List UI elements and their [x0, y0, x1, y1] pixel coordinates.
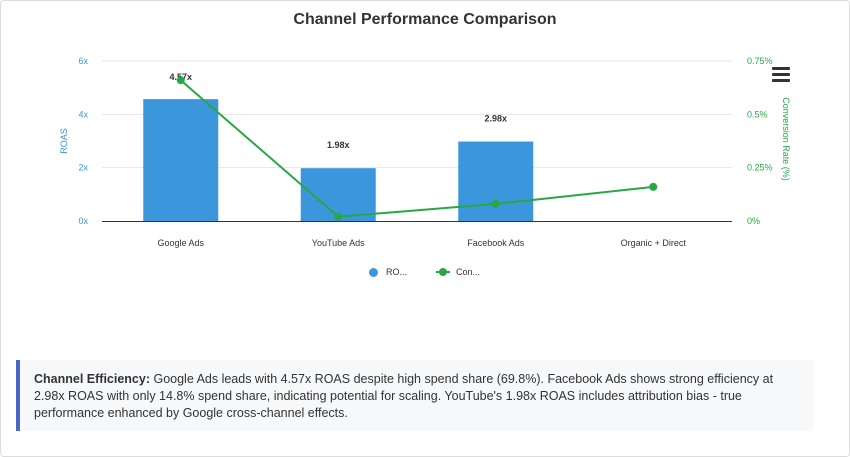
bar-data-label: 1.98x [327, 140, 350, 150]
chart-plot: 0x 2x 4x 6x 0% 0.25% 0.5% 0.75% ROAS Conversion R… [59, 56, 791, 248]
y-left-tick-label: 6x [78, 56, 88, 66]
y-right-tick-label: 0.5% [747, 109, 768, 119]
point-conversion-rate [334, 212, 343, 221]
bar-roas [458, 141, 534, 221]
x-tick-label: Organic + Direct [621, 238, 687, 248]
y-right-tick-label: 0.25% [747, 163, 773, 173]
x-tick-label: Facebook Ads [467, 238, 525, 248]
insight-box: Channel Efficiency: Google Ads leads wit… [16, 360, 813, 431]
x-tick-label: Google Ads [157, 238, 204, 248]
chart-legend: RO... Con... [0, 264, 850, 280]
y-left-axis-title: ROAS [59, 128, 69, 154]
y-right-axis-title: Conversion Rate (%) [781, 97, 791, 181]
legend-label-roas: RO... [386, 267, 408, 277]
point-conversion-rate [649, 182, 658, 191]
y-right-tick-label: 0.75% [747, 56, 773, 66]
legend-item-roas[interactable]: RO... [369, 264, 407, 280]
legend-marker-roas [369, 267, 378, 277]
bar-roas [143, 99, 219, 221]
point-conversion-rate [491, 199, 500, 208]
y-left-tick-label: 0x [78, 216, 88, 226]
x-tick-label: YouTube Ads [312, 238, 365, 248]
legend-label-conversion: Con... [456, 267, 481, 277]
insight-label: Channel Efficiency: [34, 372, 150, 386]
point-conversion-rate [176, 76, 185, 85]
legend-marker-conversion [436, 268, 450, 276]
legend-item-conversion[interactable]: Con... [436, 264, 480, 280]
y-left-tick-label: 4x [78, 109, 88, 119]
line-conversion-rate [180, 79, 654, 218]
hamburger-menu-icon[interactable] [772, 67, 790, 83]
bar-data-label: 2.98x [484, 114, 507, 124]
y-right-tick-label: 0% [747, 216, 760, 226]
y-left-tick-label: 2x [78, 163, 88, 173]
